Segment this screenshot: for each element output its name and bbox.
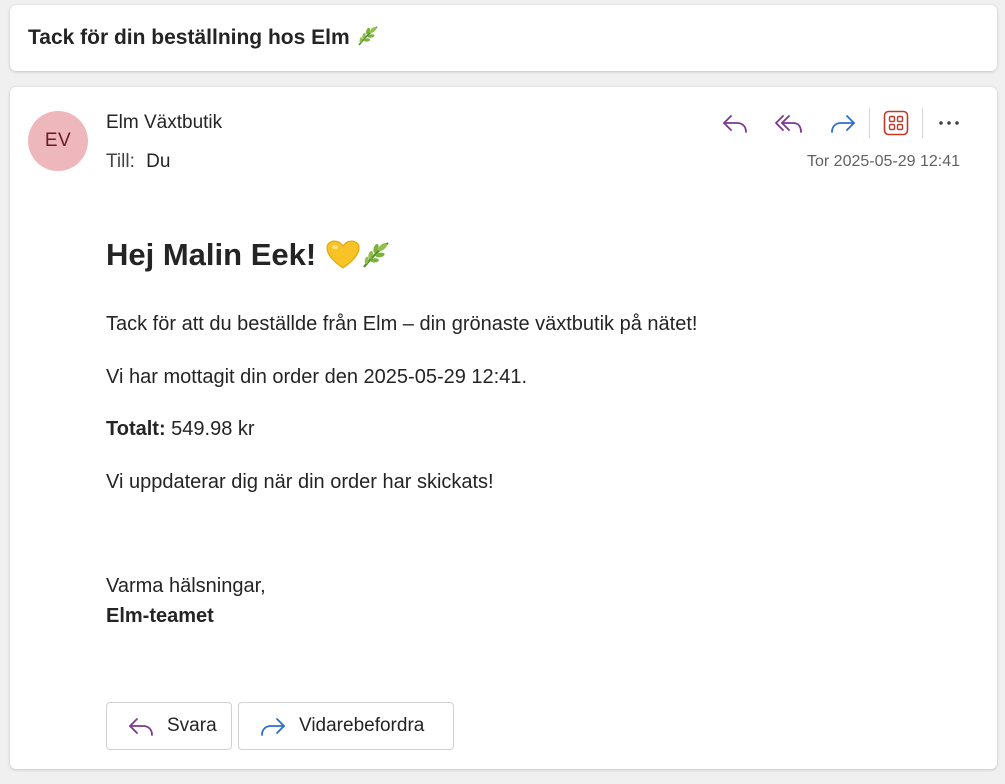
reply-icon (127, 715, 157, 737)
apps-button[interactable] (876, 105, 916, 141)
avatar[interactable]: EV (28, 111, 88, 171)
toolbar-divider (922, 108, 923, 138)
message-body: Hej Malin Eek! Tack för att du beställde (106, 237, 966, 627)
more-actions-button[interactable] (929, 105, 969, 141)
apps-icon (883, 110, 909, 136)
body-line-order-received: Vi har mottagit din order den 2025-05-29… (106, 366, 528, 388)
body-line-update: Vi uppdaterar dig när din order har skic… (106, 471, 494, 493)
message-toolbar (715, 105, 969, 141)
message-card: EV Elm Växtbutik Till: Du Tor 2025-05-29… (10, 87, 997, 769)
message-date: Tor 2025-05-29 12:41 (807, 153, 960, 170)
greeting-emojis (326, 239, 392, 271)
forward-icon (259, 715, 289, 737)
forward-button-label: Vidarebefordra (299, 715, 425, 736)
closing-text: Varma hälsningar, (106, 575, 266, 597)
signature: Elm-teamet (106, 605, 214, 627)
leaf-emoji-icon (356, 25, 380, 52)
forward-button[interactable] (823, 105, 863, 141)
recipient-row: Till: Du (106, 151, 170, 173)
greeting-heading: Hej Malin Eek! (106, 237, 966, 273)
more-icon (939, 121, 959, 125)
total-label: Totalt: (106, 418, 166, 440)
reply-icon (723, 115, 747, 133)
order-total: Totalt: 549.98 kr (106, 418, 255, 441)
reply-button-label: Svara (167, 715, 217, 736)
total-value: 549.98 kr (171, 418, 255, 440)
body-line-thanks: Tack för att du beställde från Elm – din… (106, 313, 698, 335)
subject-title: Tack för din beställning hos Elm (28, 26, 350, 49)
toolbar-divider (869, 108, 870, 138)
recipient-name[interactable]: Du (146, 151, 170, 172)
reply-button[interactable] (715, 105, 755, 141)
reply-bottom-button[interactable]: Svara (106, 702, 232, 750)
yellow-heart-icon (326, 240, 360, 269)
leaf-emoji-icon (363, 242, 389, 268)
forward-icon (831, 115, 855, 133)
reply-all-button[interactable] (769, 105, 809, 141)
to-label: Till: (106, 151, 135, 172)
sender-name[interactable]: Elm Växtbutik (106, 112, 222, 134)
forward-bottom-button[interactable]: Vidarebefordra (238, 702, 454, 750)
reply-all-icon (775, 115, 802, 133)
subject-bar: Tack för din beställning hos Elm (10, 5, 997, 71)
greeting-text: Hej Malin Eek! (106, 237, 317, 272)
